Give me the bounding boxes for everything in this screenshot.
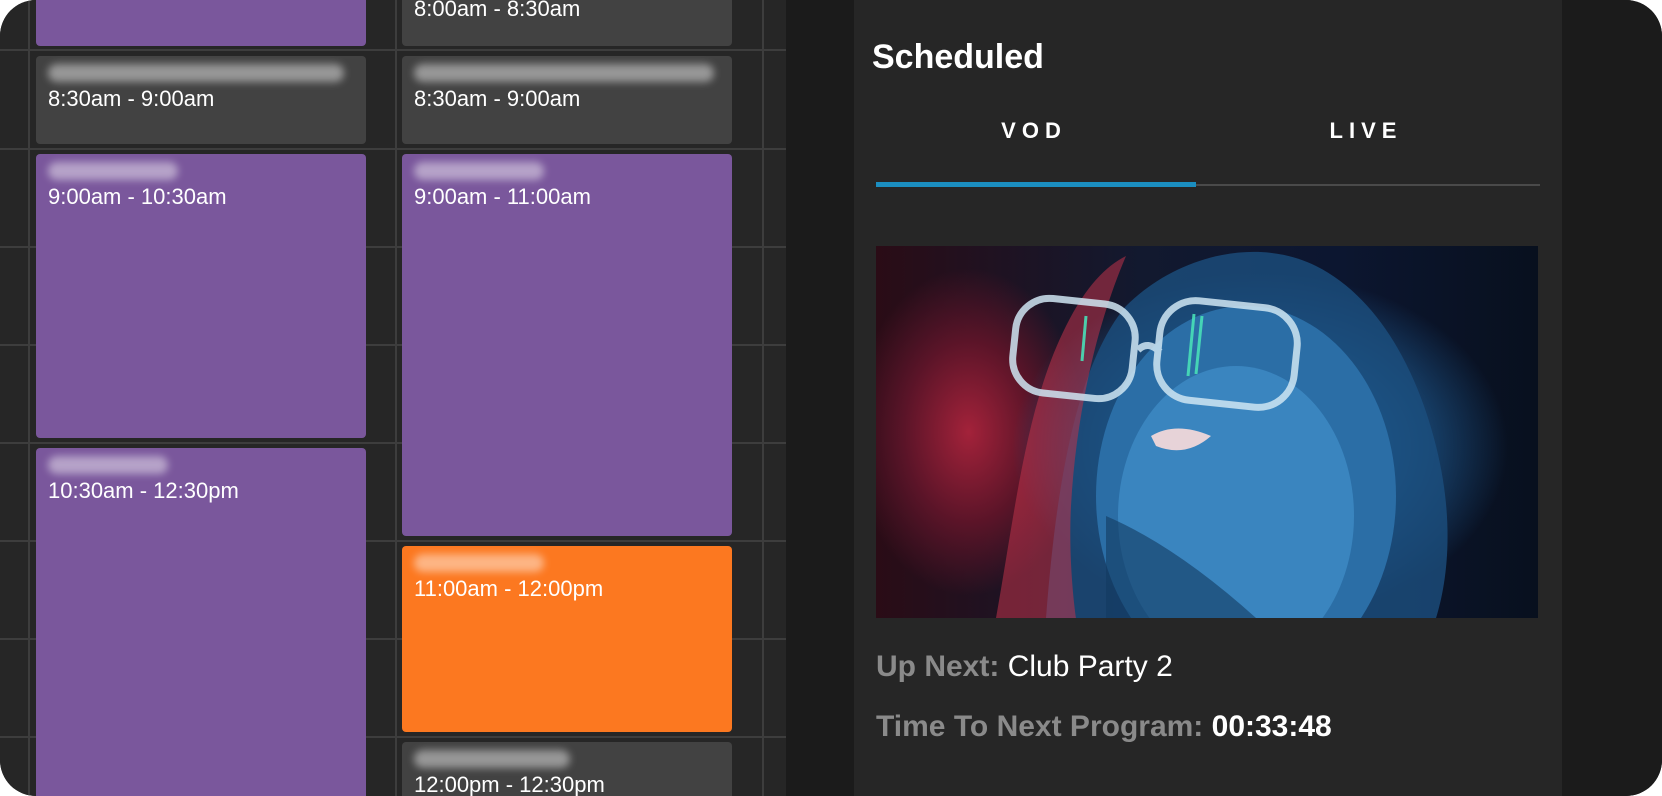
grid-column-line <box>28 0 30 796</box>
app-frame: 8:00am - 8:30am 8:30am - 9:00am 8:30am -… <box>0 0 1662 796</box>
event-time: 10:30am - 12:30pm <box>48 478 239 503</box>
grid-row-line <box>0 148 786 150</box>
event-title-blurred <box>48 64 344 82</box>
schedule-event[interactable]: 12:00pm - 12:30pm <box>402 742 732 796</box>
schedule-event[interactable]: 8:30am - 9:00am <box>36 56 366 144</box>
schedule-event[interactable]: 8:00am - 8:30am <box>402 0 732 46</box>
event-title-blurred <box>414 750 570 768</box>
event-title-blurred <box>48 162 178 180</box>
event-title-blurred <box>414 554 544 572</box>
event-time: 8:00am - 8:30am <box>414 0 581 21</box>
time-to-next: Time To Next Program: 00:33:48 <box>876 710 1332 744</box>
event-time: 12:00pm - 12:30pm <box>414 772 605 796</box>
tab-live[interactable]: LIVE <box>1200 118 1532 144</box>
panel-gutter <box>786 0 854 796</box>
schedule-event[interactable]: 8:30am - 9:00am <box>402 56 732 144</box>
event-time: 9:00am - 10:30am <box>48 184 227 209</box>
schedule-event[interactable]: 9:00am - 10:30am <box>36 154 366 438</box>
event-time: 8:30am - 9:00am <box>48 86 215 111</box>
event-title-blurred <box>414 162 544 180</box>
up-next-value: Club Party 2 <box>1007 650 1173 683</box>
schedule-grid: 8:00am - 8:30am 8:30am - 9:00am 8:30am -… <box>0 0 786 796</box>
grid-column-line <box>762 0 764 796</box>
schedule-event[interactable]: 10:30am - 12:30pm <box>36 448 366 796</box>
up-next-label: Up Next: <box>876 650 1000 683</box>
schedule-event[interactable]: 11:00am - 12:00pm <box>402 546 732 732</box>
tab-active-indicator <box>876 182 1196 187</box>
schedule-event[interactable]: 9:00am - 11:00am <box>402 154 732 536</box>
grid-column-line <box>395 0 397 796</box>
event-time: 11:00am - 12:00pm <box>414 576 604 601</box>
event-title-blurred <box>414 64 714 82</box>
portrait-image <box>996 251 1448 618</box>
grid-row-line <box>0 49 786 51</box>
event-title-blurred <box>48 456 168 474</box>
right-margin <box>1562 0 1662 796</box>
time-to-next-value: 00:33:48 <box>1211 710 1332 743</box>
event-time: 9:00am - 11:00am <box>414 184 591 209</box>
schedule-event[interactable] <box>36 0 366 46</box>
event-time: 8:30am - 9:00am <box>414 86 581 111</box>
panel-title: Scheduled <box>872 38 1044 76</box>
tab-vod[interactable]: VOD <box>868 118 1200 144</box>
time-to-next-label: Time To Next Program: <box>876 710 1204 743</box>
scheduled-panel: Scheduled VOD LIVE Up Next: Club Party 2… <box>854 0 1562 796</box>
up-next: Up Next: Club Party 2 <box>876 650 1173 684</box>
video-thumbnail[interactable] <box>876 246 1538 618</box>
